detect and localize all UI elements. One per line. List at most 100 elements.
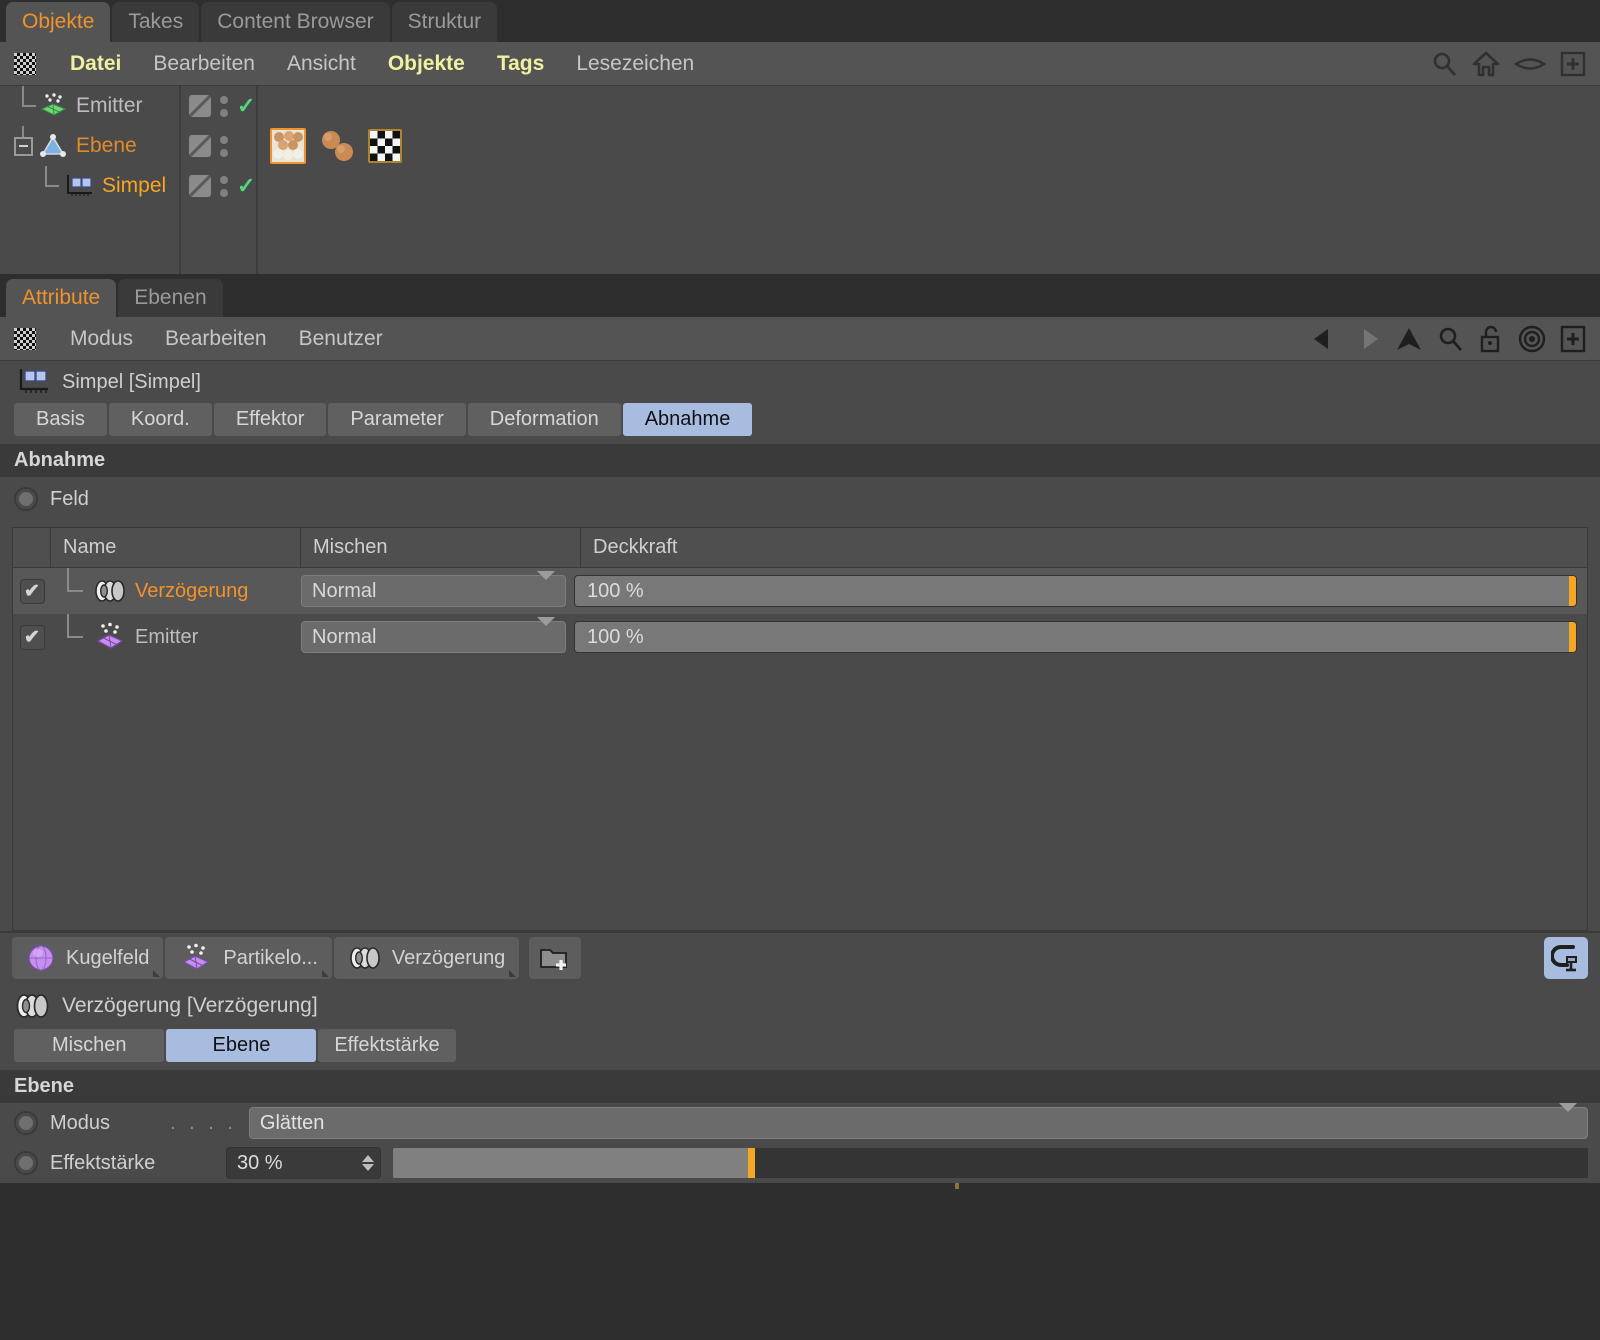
back-arrow-icon[interactable]: [1312, 326, 1346, 352]
subtab-effektor[interactable]: Effektor: [213, 403, 327, 436]
menu-tags[interactable]: Tags: [481, 52, 560, 76]
menu-attr-bearbeiten[interactable]: Bearbeiten: [149, 327, 283, 351]
tab-content-browser-label: Content Browser: [217, 10, 374, 33]
modus-dropdown[interactable]: Glätten: [248, 1102, 1588, 1139]
panel-grip-icon[interactable]: [14, 327, 36, 350]
field-opacity-slider-wrap: 100 %: [574, 621, 1577, 653]
subtab-basis[interactable]: Basis: [14, 403, 107, 436]
object-manager-toolbar: [1432, 51, 1600, 77]
menu-benutzer[interactable]: Benutzer: [283, 327, 399, 351]
tab-attribute-label: Attribute: [22, 286, 101, 309]
tab-ebenen[interactable]: Ebenen: [118, 279, 223, 317]
tab-takes[interactable]: Takes: [112, 2, 200, 42]
forward-arrow-icon[interactable]: [1346, 326, 1380, 352]
home-icon[interactable]: [1472, 51, 1500, 77]
tree-branch-line: [59, 614, 85, 660]
visibility-toggle-icon[interactable]: [189, 95, 211, 117]
field-button-verzoegerung[interactable]: Verzögerung: [333, 937, 520, 979]
menu-lesezeichen[interactable]: Lesezeichen: [560, 52, 710, 76]
detail-tab-ebene[interactable]: Ebene: [166, 1029, 317, 1062]
field-button-kugelfeld[interactable]: Kugelfeld: [12, 937, 164, 979]
object-row-simpel[interactable]: Simpel: [0, 166, 179, 206]
param-knob-icon[interactable]: [14, 1111, 38, 1135]
expander-minus-icon[interactable]: [14, 137, 33, 156]
tab-takes-label: Takes: [128, 10, 184, 33]
dot-leader: . . . .: [170, 1111, 237, 1134]
search-icon[interactable]: [1432, 51, 1458, 77]
menu-datei[interactable]: Datei: [54, 52, 137, 76]
effektstaerke-value-field[interactable]: 30 %: [226, 1147, 381, 1179]
visibility-toggle-icon[interactable]: [189, 175, 211, 197]
target-icon[interactable]: [1518, 325, 1546, 353]
param-row-effektstaerke: Effektstärke 30 %: [0, 1143, 1600, 1183]
object-row-emitter[interactable]: Emitter: [0, 86, 179, 126]
texture-tag[interactable]: [368, 129, 402, 163]
new-folder-button[interactable]: [529, 937, 582, 979]
layer-dots-icon[interactable]: [220, 95, 228, 117]
field-blend-dropdown[interactable]: Normal: [301, 570, 566, 607]
object-row-ebene[interactable]: Ebene: [0, 126, 179, 166]
add-icon[interactable]: [1560, 51, 1586, 77]
object-row-flags-simpel[interactable]: ✓: [181, 166, 256, 206]
field-list-row[interactable]: ✔ Verzögerung Normal 100 %: [13, 568, 1587, 614]
window-tab-bar: Objekte Takes Content Browser Struktur: [0, 0, 1600, 42]
object-row-flags-emitter[interactable]: ✓: [181, 86, 256, 126]
enable-check-icon[interactable]: ✓: [237, 95, 255, 117]
eye-icon[interactable]: [1514, 54, 1546, 74]
particle-emitter-field-icon: [179, 943, 213, 973]
subtab-parameter[interactable]: Parameter: [328, 403, 466, 436]
tab-content-browser[interactable]: Content Browser: [201, 2, 390, 42]
object-tag-column: [258, 86, 1600, 274]
tab-attribute[interactable]: Attribute: [6, 279, 117, 317]
subtab-label: Basis: [36, 408, 85, 430]
enable-check-icon[interactable]: ✓: [237, 175, 255, 197]
field-enable-checkbox[interactable]: ✔: [19, 624, 45, 650]
field-button-partikel[interactable]: Partikelo...: [165, 937, 332, 979]
effektstaerke-slider[interactable]: [393, 1148, 1588, 1178]
object-row-flags-ebene[interactable]: [181, 126, 256, 166]
delay-field-icon: [348, 943, 382, 973]
menu-ansicht[interactable]: Ansicht: [271, 52, 372, 76]
layer-dots-icon[interactable]: [220, 175, 228, 197]
object-manager-menubar: Datei Bearbeiten Ansicht Objekte Tags Le…: [0, 42, 1600, 86]
subtab-deformation[interactable]: Deformation: [467, 403, 621, 436]
field-detail-tab-bar: Mischen Ebene Effektstärke: [0, 1029, 1600, 1062]
section-header-ebene: Ebene: [0, 1070, 1600, 1103]
attribute-manager-body: Simpel [Simpel] Basis Koord. Effektor Pa…: [0, 361, 1600, 983]
menu-objekte[interactable]: Objekte: [372, 52, 481, 76]
param-knob-icon[interactable]: [14, 487, 38, 511]
lock-icon[interactable]: [1478, 325, 1504, 353]
field-blend-dropdown[interactable]: Normal: [301, 616, 566, 653]
field-enable-checkbox[interactable]: ✔: [19, 578, 45, 604]
mograph-cloner-tag[interactable]: [270, 128, 306, 164]
menu-bearbeiten[interactable]: Bearbeiten: [137, 52, 271, 76]
field-opacity-slider[interactable]: 100 %: [574, 575, 1577, 607]
dynamics-body-tag[interactable]: [318, 129, 356, 163]
search-icon[interactable]: [1438, 326, 1464, 352]
visibility-toggle-icon[interactable]: [189, 135, 211, 157]
field-list: Name Mischen Deckkraft ✔ Verzögerung Nor…: [12, 527, 1588, 931]
chevron-down-icon: [1559, 1102, 1577, 1135]
field-list-empty-area[interactable]: [13, 660, 1587, 930]
panel-grip-icon[interactable]: [14, 52, 36, 75]
tab-objekte[interactable]: Objekte: [6, 2, 111, 42]
clamp-button[interactable]: [1544, 937, 1588, 979]
subtab-koord[interactable]: Koord.: [108, 403, 212, 436]
layer-dots-icon[interactable]: [220, 135, 228, 157]
particle-emitter-field-icon: [93, 622, 127, 652]
field-button-strip: Kugelfeld Partikelo... Verzögerung: [0, 931, 1600, 983]
detail-tab-mischen[interactable]: Mischen: [14, 1029, 165, 1062]
stepper-icon[interactable]: [362, 1155, 374, 1171]
menu-modus[interactable]: Modus: [54, 327, 149, 351]
detail-tab-effektstaerke[interactable]: Effektstärke: [318, 1029, 456, 1062]
add-icon[interactable]: [1560, 325, 1586, 353]
field-list-row[interactable]: ✔ Emitter Normal 100 %: [13, 614, 1587, 660]
up-arrow-icon[interactable]: [1394, 326, 1424, 352]
tree-branch-line: [59, 568, 85, 614]
param-knob-icon[interactable]: [14, 1151, 38, 1175]
subtab-label: Abnahme: [644, 408, 731, 430]
subtab-abnahme[interactable]: Abnahme: [622, 403, 753, 436]
field-opacity-slider[interactable]: 100 %: [574, 621, 1577, 653]
attribute-manager-menubar: Modus Bearbeiten Benutzer: [0, 317, 1600, 361]
tab-struktur[interactable]: Struktur: [391, 2, 498, 42]
